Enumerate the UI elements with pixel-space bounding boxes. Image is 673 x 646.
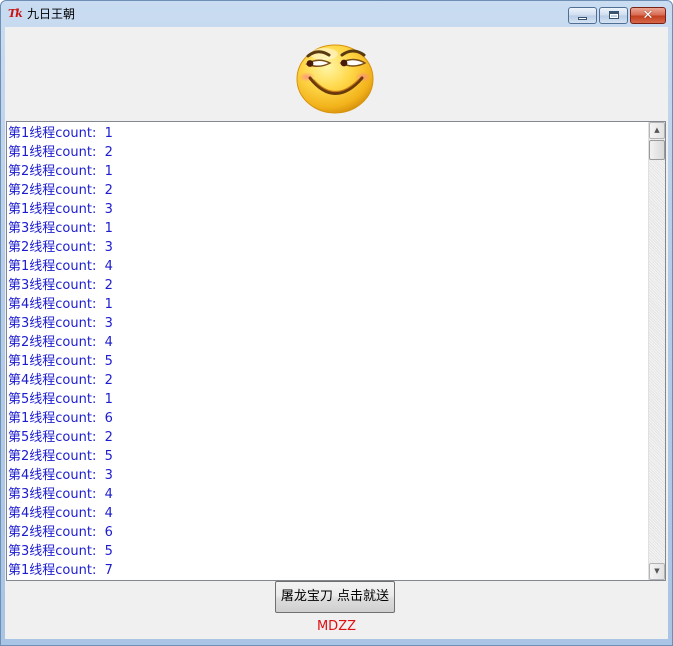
log-line: 第1线程count: 1	[8, 126, 113, 141]
log-line: 第2线程count: 3	[8, 240, 113, 255]
log-line: 第1线程count: 3	[8, 202, 113, 217]
dragon-sword-button[interactable]: 屠龙宝刀 点击就送	[275, 581, 395, 613]
smiley-emoji-icon	[296, 44, 374, 114]
status-label: MDZZ	[316, 619, 357, 634]
client-area: 第1线程count: 1 第1线程count: 2 第2线程count: 1 第2线程…	[5, 27, 668, 639]
scroll-down-button[interactable]: ▼	[649, 563, 665, 580]
log-line: 第5线程count: 1	[8, 392, 113, 407]
log-line: 第2线程count: 1	[8, 164, 113, 179]
log-line: 第4线程count: 2	[8, 373, 113, 388]
tk-app-icon: Tk	[8, 7, 23, 20]
log-line: 第3线程count: 1	[8, 221, 113, 236]
log-line: 第2线程count: 4	[8, 335, 113, 350]
log-line: 第1线程count: 6	[8, 411, 113, 426]
log-textbox[interactable]: 第1线程count: 1 第1线程count: 2 第2线程count: 1 第2线程…	[6, 121, 666, 581]
log-line: 第3线程count: 5	[8, 544, 113, 559]
minimize-button[interactable]	[568, 7, 597, 24]
log-line: 第4线程count: 4	[8, 506, 113, 521]
vertical-scrollbar[interactable]: ▲ ▼	[648, 122, 665, 580]
log-lines: 第1线程count: 1 第1线程count: 2 第2线程count: 1 第2线程…	[8, 124, 648, 580]
log-line: 第2线程count: 6	[8, 525, 113, 540]
log-line: 第1线程count: 4	[8, 259, 113, 274]
scroll-up-arrow-icon: ▲	[654, 126, 660, 134]
log-line: 第5线程count: 2	[8, 430, 113, 445]
maximize-icon	[609, 11, 619, 19]
log-line: 第4线程count: 3	[8, 468, 113, 483]
log-line: 第1线程count: 5	[8, 354, 113, 369]
log-line: 第2线程count: 2	[8, 183, 113, 198]
scroll-down-arrow-icon: ▼	[654, 567, 660, 575]
scroll-up-button[interactable]: ▲	[649, 122, 665, 139]
log-line: 第4线程count: 1	[8, 297, 113, 312]
maximize-button[interactable]	[599, 7, 628, 24]
log-line: 第1线程count: 2	[8, 145, 113, 160]
log-line: 第1线程count: 7	[8, 563, 113, 578]
log-line: 第3线程count: 2	[8, 278, 113, 293]
scrollbar-thumb[interactable]	[649, 140, 665, 160]
title-bar[interactable]: Tk 九日王朝 ✕	[1, 1, 672, 27]
close-icon: ✕	[642, 8, 654, 23]
log-line: 第2线程count: 5	[8, 449, 113, 464]
window-title: 九日王朝	[27, 7, 76, 21]
minimize-icon	[578, 17, 587, 20]
close-button[interactable]: ✕	[630, 7, 666, 24]
app-window: Tk 九日王朝 ✕ 第1线程count: 1 第1线程count: 2 第2线程…	[0, 0, 673, 646]
log-line: 第3线程count: 4	[8, 487, 113, 502]
log-line: 第3线程count: 3	[8, 316, 113, 331]
